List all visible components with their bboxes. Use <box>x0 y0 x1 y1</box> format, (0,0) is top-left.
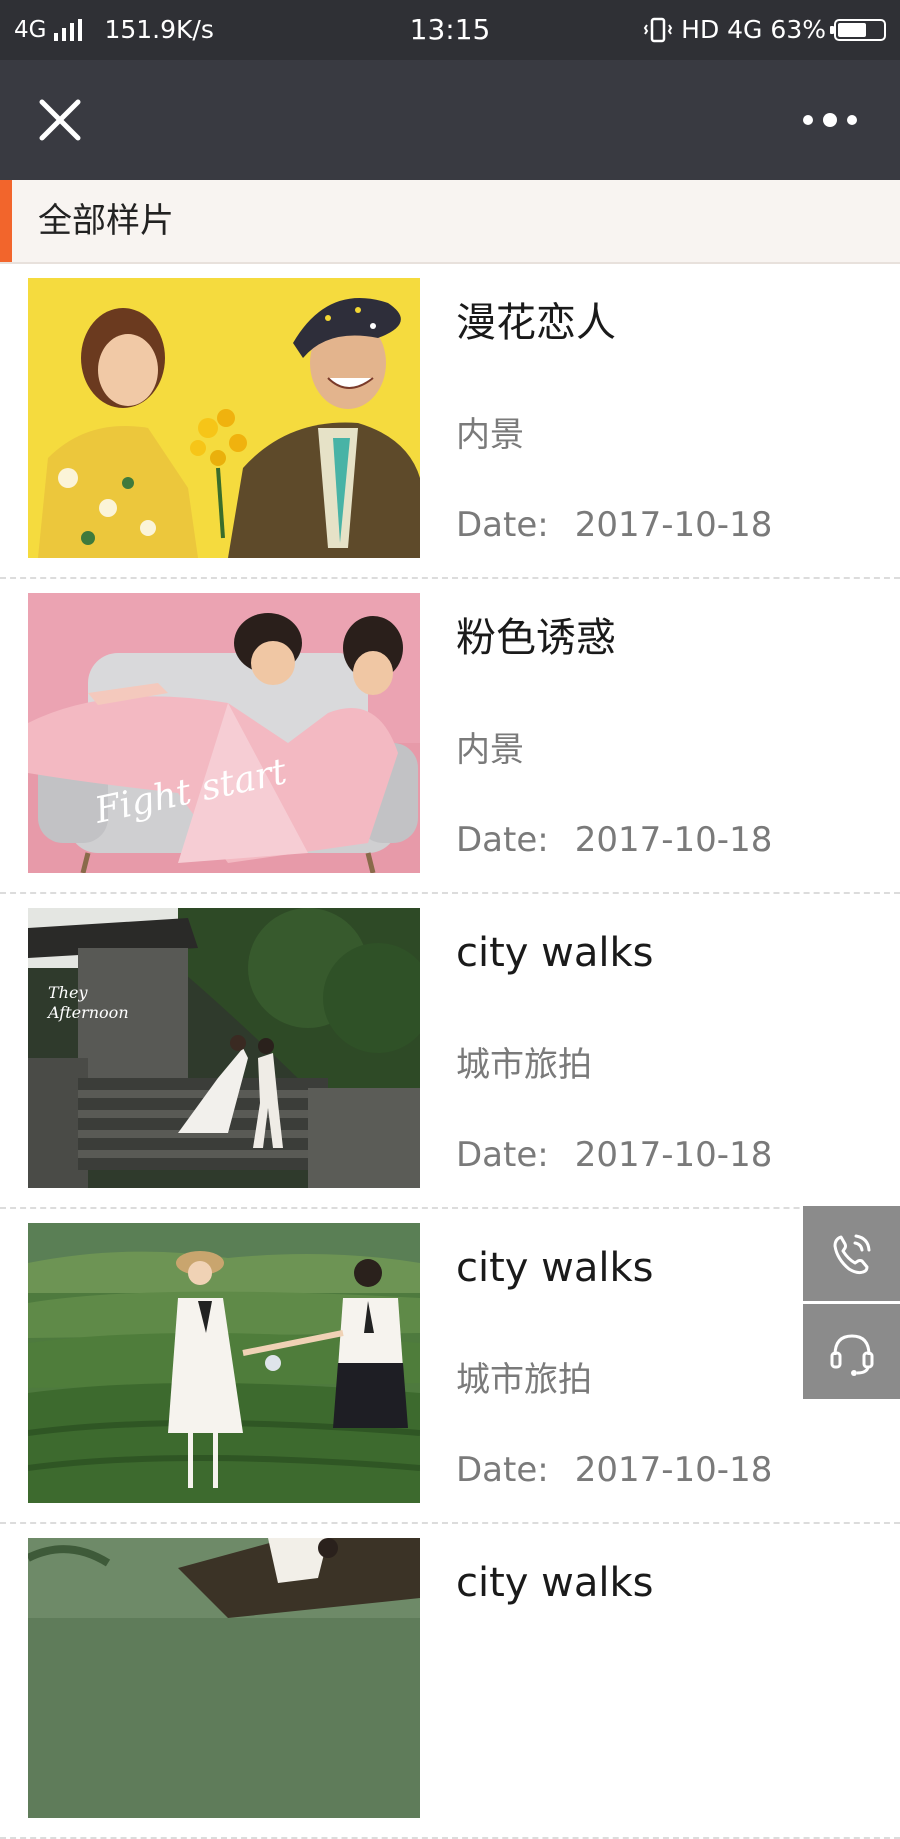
svg-text:They: They <box>48 983 88 1002</box>
item-date: Date: 2017-10-18 <box>456 1449 772 1491</box>
section-accent-bar <box>0 180 12 262</box>
close-icon <box>39 99 81 141</box>
item-title: city walks <box>456 1560 654 1606</box>
item-photo <box>28 1538 420 1818</box>
item-category: 内景 <box>456 730 524 770</box>
item-photo: They Afternoon <box>28 908 420 1188</box>
svg-text:Afternoon: Afternoon <box>46 1003 129 1022</box>
date-value: 2017-10-18 <box>574 820 773 860</box>
battery-icon <box>830 19 886 41</box>
date-label: Date: <box>456 505 549 545</box>
photo-couple-pink: Fight start <box>28 593 420 873</box>
item-title: city walks <box>456 930 654 976</box>
item-title: 漫花恋人 <box>456 300 616 346</box>
close-button[interactable] <box>38 98 82 142</box>
list-item[interactable]: Fight start 粉色诱惑 内景 Date: 2017-10-18 <box>0 579 900 894</box>
photo-couple-yellow <box>28 278 420 558</box>
status-hd-4g: HD 4G <box>681 15 763 44</box>
photo-couple-water <box>28 1538 420 1818</box>
photo-couple-tea-field <box>28 1223 420 1503</box>
date-label: Date: <box>456 1450 549 1490</box>
date-value: 2017-10-18 <box>574 1135 773 1175</box>
list-item[interactable]: city walks <box>0 1524 900 1839</box>
item-title: city walks <box>456 1245 654 1291</box>
section-header: 全部样片 <box>0 180 900 264</box>
item-title: 粉色诱惑 <box>456 615 616 661</box>
date-value: 2017-10-18 <box>574 505 773 545</box>
item-date: Date: 2017-10-18 <box>456 819 772 861</box>
customer-service-button[interactable] <box>803 1304 900 1399</box>
item-category: 城市旅拍 <box>456 1045 592 1085</box>
list-item[interactable]: 漫花恋人 内景 Date: 2017-10-18 <box>0 264 900 579</box>
status-right: HD 4G 63% <box>643 14 886 46</box>
item-date <box>456 1764 482 1806</box>
item-date: Date: 2017-10-18 <box>456 504 772 546</box>
headset-icon <box>830 1333 873 1376</box>
section-title: 全部样片 <box>38 201 174 241</box>
item-photo <box>28 278 420 558</box>
phone-call-button[interactable] <box>803 1206 900 1301</box>
list-item[interactable]: They Afternoon city walks 城市旅拍 Date: 2017… <box>0 894 900 1209</box>
date-label: Date: <box>456 820 549 860</box>
more-button[interactable] <box>790 108 870 132</box>
list-item[interactable]: city walks 城市旅拍 Date: 2017-10-18 <box>0 1209 900 1524</box>
date-value: 2017-10-18 <box>574 1450 773 1490</box>
date-label: Date: <box>456 1135 549 1175</box>
item-date: Date: 2017-10-18 <box>456 1134 772 1176</box>
status-bar: 4G 151.9K/s 13:15 HD 4G 63% <box>0 0 900 60</box>
item-category: 内景 <box>456 415 524 455</box>
item-photo: Fight start <box>28 593 420 873</box>
nav-bar <box>0 60 900 180</box>
item-photo <box>28 1223 420 1503</box>
phone-call-icon <box>833 1234 870 1274</box>
sample-list: 漫花恋人 内景 Date: 2017-10-18 Fight start 粉色诱… <box>0 264 900 1839</box>
more-dots-icon <box>798 113 862 127</box>
item-category: 城市旅拍 <box>456 1360 592 1400</box>
battery-percent: 63% <box>770 15 826 44</box>
photo-couple-stairs: They Afternoon <box>28 908 420 1188</box>
vibrate-icon <box>643 17 673 43</box>
